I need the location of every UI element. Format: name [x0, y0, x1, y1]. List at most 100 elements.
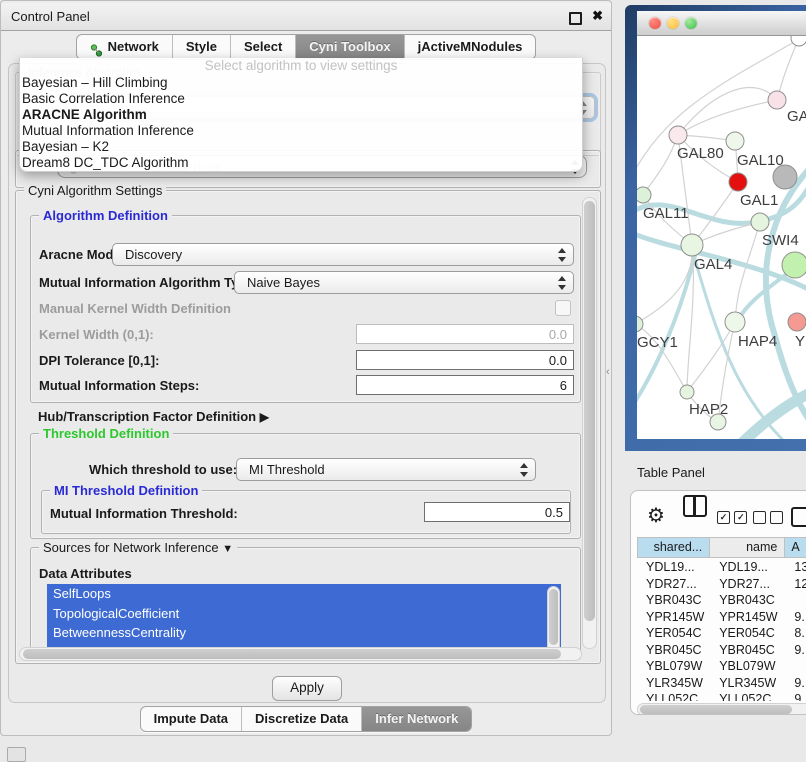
- table-cell: YLL052C: [637, 691, 710, 701]
- tab-select[interactable]: Select: [230, 35, 295, 59]
- stepper-icon: [520, 463, 529, 477]
- minimized-panel-icon[interactable]: [7, 747, 26, 762]
- panel-divider-arrow[interactable]: ‹: [606, 366, 610, 378]
- network-node[interactable]: [637, 187, 651, 203]
- data-attribute-item[interactable]: BetweennessCentrality: [47, 623, 561, 643]
- float-window-icon[interactable]: [569, 12, 582, 25]
- table-cell: YBR043C: [710, 592, 785, 609]
- network-node[interactable]: [637, 316, 643, 332]
- network-node[interactable]: [669, 126, 687, 144]
- control-panel-window: Control Panel ✖ Network Style Select Cyn…: [0, 0, 612, 736]
- kernel-width-field[interactable]: 0.0: [356, 324, 574, 344]
- network-node[interactable]: [729, 173, 747, 191]
- data-attribute-item[interactable]: SelfLoops: [47, 584, 561, 604]
- dpi-tolerance-field[interactable]: 0.0: [356, 350, 574, 370]
- network-node-label: HAP4: [738, 333, 777, 350]
- minimize-traffic-icon[interactable]: [667, 17, 679, 29]
- network-graph: GALGAL80GAL10GAL1GAL11SWI4GAL4GCY1HAP4YH…: [637, 36, 806, 439]
- table-cell: YDL19...: [710, 559, 785, 576]
- network-node[interactable]: [782, 252, 806, 278]
- tab-style[interactable]: Style: [172, 35, 230, 59]
- table-cell: 13: [785, 559, 806, 576]
- algorithm-option[interactable]: Mutual Information Inference: [20, 123, 582, 139]
- network-node[interactable]: [791, 36, 806, 46]
- data-attribute-item[interactable]: TopologicalCoefficient: [47, 604, 561, 624]
- group-title: MI Threshold Definition: [50, 483, 202, 498]
- clipped-toolbar-icon[interactable]: [791, 507, 806, 532]
- which-threshold-label: Which threshold to use:: [89, 462, 237, 477]
- zoom-traffic-icon[interactable]: [685, 17, 697, 29]
- algorithm-option[interactable]: ARACNE Algorithm: [20, 107, 582, 123]
- mi-threshold-field[interactable]: 0.5: [424, 502, 570, 522]
- algorithm-option-list: Bayesian – Hill ClimbingBasic Correlatio…: [20, 75, 582, 170]
- table-row[interactable]: YPR145WYPR145W9.: [637, 609, 806, 626]
- tab-cyni-toolbox[interactable]: Cyni Toolbox: [295, 35, 403, 59]
- network-node[interactable]: [751, 213, 769, 231]
- tab-label: Select: [244, 35, 282, 59]
- network-node[interactable]: [681, 234, 703, 256]
- sources-title: Sources for Network Inference: [43, 540, 219, 555]
- table-cell: 12: [785, 576, 806, 593]
- close-icon[interactable]: ✖: [592, 8, 603, 24]
- network-node-label: GAL1: [740, 192, 778, 209]
- table-row[interactable]: YER054CYER054C8.: [637, 625, 806, 642]
- group-title: Cyni Algorithm Settings: [24, 183, 166, 198]
- table-row[interactable]: YBL079WYBL079W: [637, 658, 806, 675]
- column-layout-icon[interactable]: [683, 495, 707, 517]
- table-cell: YBR043C: [637, 592, 710, 609]
- algorithm-option[interactable]: Bayesian – K2: [20, 139, 582, 155]
- network-node[interactable]: [788, 313, 806, 331]
- tab-jactivemnodules[interactable]: jActiveMNodules: [404, 35, 536, 59]
- table-row[interactable]: YDL19...YDL19...13: [637, 559, 806, 576]
- algorithm-option[interactable]: Basic Correlation Inference: [20, 91, 582, 107]
- tab-discretize-data[interactable]: Discretize Data: [241, 707, 361, 731]
- table-cell: 8.: [785, 625, 806, 642]
- tab-label: jActiveMNodules: [418, 35, 523, 59]
- hub-definition-toggle[interactable]: Hub/Transcription Factor Definition ▶: [38, 409, 269, 424]
- close-traffic-icon[interactable]: [649, 17, 661, 29]
- tab-label: Impute Data: [154, 707, 228, 731]
- network-canvas[interactable]: GALGAL80GAL10GAL1GAL11SWI4GAL4GCY1HAP4YH…: [637, 36, 806, 439]
- tab-label: Discretize Data: [255, 707, 348, 731]
- sources-toggle[interactable]: Sources for Network Inference ▼: [39, 540, 237, 555]
- table-cell: YBR045C: [637, 642, 710, 659]
- table-cell: 9.: [785, 609, 806, 626]
- tab-infer-network[interactable]: Infer Network: [361, 707, 471, 731]
- mi-steps-field[interactable]: 6: [356, 375, 574, 395]
- table-cell: 9.: [785, 691, 806, 701]
- network-node[interactable]: [773, 165, 797, 189]
- network-node[interactable]: [710, 414, 726, 430]
- table-cell: YDR27...: [710, 576, 785, 593]
- table-row[interactable]: YLL052CYLL052C9.: [637, 691, 806, 701]
- network-node[interactable]: [768, 91, 786, 109]
- network-node[interactable]: [680, 385, 694, 399]
- algorithm-option[interactable]: Bayesian – Hill Climbing: [20, 75, 582, 91]
- network-view-window: GALGAL80GAL10GAL1GAL11SWI4GAL4GCY1HAP4YH…: [625, 5, 806, 451]
- settings-vertical-scrollbar[interactable]: [582, 197, 597, 649]
- tab-network[interactable]: Network: [77, 35, 172, 59]
- table-row[interactable]: YBR045CYBR045C9.: [637, 642, 806, 659]
- which-threshold-combobox[interactable]: MI Threshold: [236, 458, 536, 481]
- deselect-all-checkboxes-icon[interactable]: [753, 509, 783, 527]
- settings-horizontal-scrollbar[interactable]: [19, 647, 582, 661]
- group-title: Algorithm Definition: [39, 208, 172, 223]
- manual-kernel-checkbox[interactable]: [555, 300, 571, 316]
- apply-button[interactable]: Apply: [272, 676, 342, 701]
- table-row[interactable]: YBR043CYBR043C: [637, 592, 806, 609]
- column-header-shared-name[interactable]: shared...: [637, 537, 710, 558]
- mi-type-combobox[interactable]: Naive Bayes: [234, 271, 574, 294]
- table-row[interactable]: YDR27...YDR27...12: [637, 576, 806, 593]
- column-header-name[interactable]: name: [710, 537, 785, 558]
- select-all-checkboxes-icon[interactable]: ✓ ✓: [717, 509, 747, 527]
- network-node[interactable]: [726, 132, 744, 150]
- tab-impute-data[interactable]: Impute Data: [141, 707, 241, 731]
- table-row[interactable]: YLR345WYLR345W9.: [637, 675, 806, 692]
- table-panel-title: Table Panel: [637, 465, 705, 480]
- gear-icon[interactable]: ⚙: [647, 503, 665, 529]
- network-node-label: GAL80: [677, 145, 724, 162]
- algorithm-option[interactable]: Dream8 DC_TDC Algorithm: [20, 155, 582, 171]
- column-header-clipped[interactable]: A: [785, 537, 806, 558]
- network-node[interactable]: [725, 312, 745, 332]
- aracne-mode-combobox[interactable]: Discovery: [112, 243, 574, 266]
- table-horizontal-scrollbar[interactable]: [637, 703, 806, 715]
